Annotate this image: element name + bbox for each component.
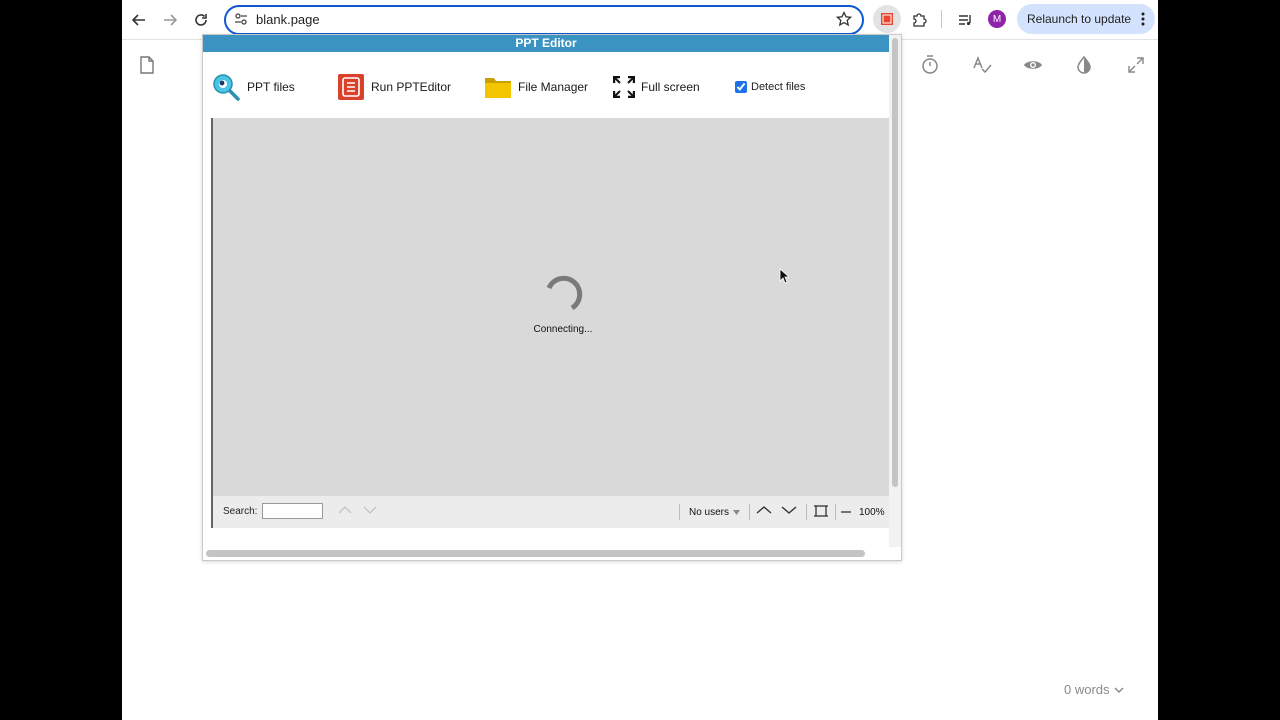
ppt-files-label: PPT files [247, 80, 295, 94]
search-prev-icon[interactable] [338, 505, 352, 515]
timer-icon[interactable] [918, 53, 942, 77]
fullscreen-arrows-icon [613, 76, 635, 98]
vertical-scroll-thumb[interactable] [892, 38, 898, 487]
ppt-app-icon [338, 74, 364, 100]
word-count-label: 0 words [1064, 682, 1110, 697]
contrast-icon[interactable] [1072, 53, 1096, 77]
relaunch-to-update-button[interactable]: Relaunch to update [1017, 4, 1155, 34]
profile-avatar[interactable]: M [988, 10, 1006, 28]
extensions-button[interactable] [907, 8, 931, 32]
popup-title: PPT Editor [203, 35, 889, 52]
more-menu-icon[interactable] [1141, 12, 1145, 26]
site-settings-icon[interactable] [234, 12, 248, 26]
status-separator [679, 504, 680, 520]
browser-window: blank.page M Relaunch to update 0 words … [122, 0, 1158, 720]
reload-icon [195, 14, 207, 26]
status-separator [806, 504, 807, 520]
expand-icon[interactable] [1124, 53, 1148, 77]
magnifier-icon [213, 74, 240, 101]
search-next-icon[interactable] [363, 505, 377, 515]
chevron-down-icon [1114, 686, 1124, 693]
ppt-files-button[interactable]: PPT files [211, 71, 295, 103]
prev-slide-icon[interactable] [756, 505, 772, 515]
toolbar-separator [941, 10, 942, 28]
fit-page-icon[interactable] [814, 504, 828, 518]
address-bar[interactable]: blank.page [224, 5, 864, 35]
zoom-level[interactable]: 100% [859, 507, 885, 518]
ppt-editor-extension-button[interactable] [873, 5, 901, 33]
status-separator [835, 504, 836, 520]
document-icon[interactable] [135, 53, 159, 77]
forward-button[interactable] [158, 8, 182, 32]
search-input[interactable] [262, 503, 323, 519]
search-label: Search: [223, 506, 258, 517]
horizontal-scroll-thumb[interactable] [206, 550, 865, 557]
eye-icon[interactable] [1021, 53, 1045, 77]
detect-files-label: Detect files [751, 81, 806, 93]
full-screen-button[interactable]: Full screen [613, 71, 700, 103]
file-manager-button[interactable]: File Manager [484, 71, 588, 103]
connecting-status: Connecting... [533, 324, 593, 335]
spellcheck-icon[interactable] [970, 53, 994, 77]
status-separator [749, 504, 750, 520]
ppt-editor-popup: PPT Editor PPT files Run PPTEditor File … [202, 34, 902, 561]
file-manager-label: File Manager [518, 80, 589, 94]
back-arrow-icon [132, 14, 145, 26]
puzzle-icon [913, 13, 927, 27]
users-label: No users [689, 507, 730, 518]
detect-files-checkbox[interactable] [735, 81, 747, 93]
forward-arrow-icon [164, 14, 177, 26]
editor-canvas[interactable]: Connecting... [211, 118, 891, 496]
reload-button[interactable] [189, 8, 213, 32]
run-ppteditor-label: Run PPTEditor [371, 80, 452, 94]
bookmark-star-icon[interactable] [836, 11, 852, 27]
url-text[interactable]: blank.page [256, 12, 320, 27]
media-queue-icon [959, 15, 971, 26]
word-count-toggle[interactable]: 0 words [1064, 682, 1124, 697]
full-screen-label: Full screen [641, 80, 700, 94]
next-slide-icon[interactable] [781, 505, 797, 515]
folder-icon [485, 78, 511, 98]
editor-status-bar: Search: No users 100% [211, 496, 893, 528]
loading-spinner-icon [546, 275, 583, 311]
detect-files-toggle[interactable]: Detect files [735, 81, 805, 93]
zoom-out-icon[interactable] [841, 511, 851, 513]
mouse-cursor-icon [779, 268, 789, 284]
users-dropdown[interactable]: No users [689, 507, 741, 518]
caret-down-icon [733, 510, 741, 515]
ppt-extension-icon [881, 13, 893, 25]
run-ppteditor-button[interactable]: Run PPTEditor [337, 71, 451, 103]
media-control-button[interactable] [953, 8, 977, 32]
back-button[interactable] [127, 8, 151, 32]
relaunch-label: Relaunch to update [1027, 12, 1132, 26]
